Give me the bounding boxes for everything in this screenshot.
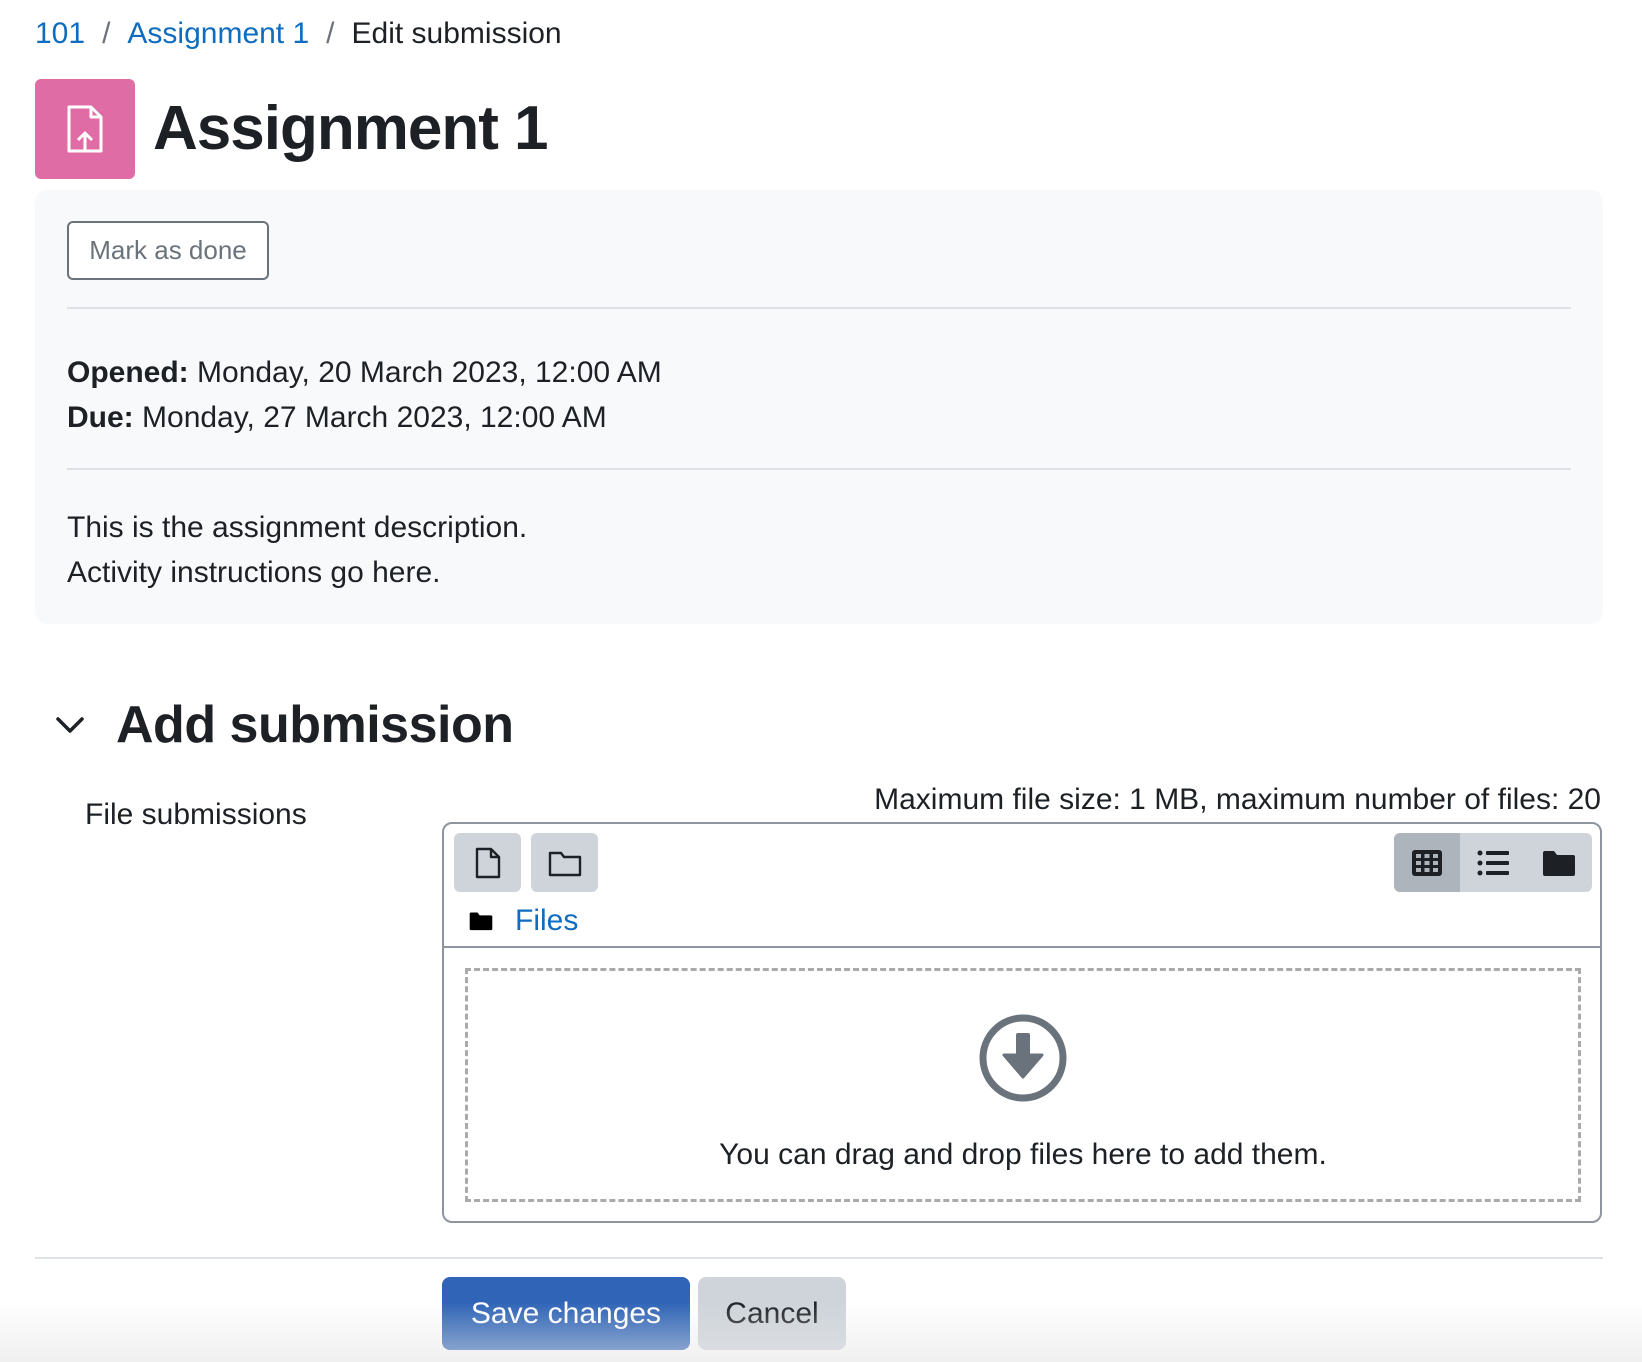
opened-date: Opened: Monday, 20 March 2023, 12:00 AM [67, 350, 662, 395]
grid-icon [1412, 849, 1442, 876]
view-tree-button[interactable] [1526, 833, 1592, 892]
create-folder-button[interactable] [531, 833, 598, 892]
breadcrumb-link-assignment[interactable]: Assignment 1 [127, 14, 309, 54]
chevron-down-icon[interactable] [50, 705, 90, 745]
breadcrumb-current: Edit submission [351, 17, 562, 50]
view-list-button[interactable] [1460, 833, 1526, 892]
activity-info-box: Mark as done Opened: Monday, 20 March 20… [35, 190, 1603, 624]
save-changes-button[interactable]: Save changes [442, 1277, 690, 1350]
opened-label: Opened: [67, 356, 189, 389]
due-date: Due: Monday, 27 March 2023, 12:00 AM [67, 395, 662, 440]
drop-zone[interactable]: You can drag and drop files here to add … [465, 968, 1581, 1202]
opened-value: Monday, 20 March 2023, 12:00 AM [197, 356, 662, 389]
divider [35, 1257, 1603, 1259]
due-label: Due: [67, 401, 134, 434]
activity-description: This is the assignment description. Acti… [67, 505, 527, 595]
file-limits-text: Maximum file size: 1 MB, maximum number … [874, 783, 1601, 816]
view-icons-button[interactable] [1394, 833, 1460, 892]
add-submission-header: Add submission [50, 695, 514, 755]
folder-icon [548, 851, 581, 876]
file-submissions-label: File submissions [85, 798, 307, 831]
assignment-upload-icon [35, 79, 135, 179]
file-icon [475, 847, 500, 878]
folder-solid-icon [469, 912, 493, 931]
file-manager-toolbar [454, 833, 598, 892]
breadcrumb: 101 / Assignment 1 / Edit submission [35, 14, 562, 54]
page-header: Assignment 1 [35, 79, 549, 179]
divider [67, 468, 1571, 470]
due-value: Monday, 27 March 2023, 12:00 AM [142, 401, 607, 434]
breadcrumb-link-course[interactable]: 101 [35, 14, 85, 54]
add-file-button[interactable] [454, 833, 521, 892]
section-title: Add submission [116, 696, 514, 754]
page-title: Assignment 1 [153, 94, 549, 163]
description-line: This is the assignment description. [67, 511, 528, 544]
cancel-button[interactable]: Cancel [698, 1277, 846, 1350]
activity-dates: Opened: Monday, 20 March 2023, 12:00 AM … [67, 350, 662, 440]
files-path-link[interactable]: Files [515, 904, 578, 938]
list-icon [1477, 850, 1509, 875]
download-circle-icon [979, 1014, 1067, 1102]
file-path: Files [469, 904, 578, 938]
breadcrumb-separator: / [102, 17, 111, 50]
divider [444, 946, 1600, 948]
description-line: Activity instructions go here. [67, 556, 441, 589]
breadcrumb-separator: / [326, 17, 335, 50]
file-manager: Files You can drag and drop files here t… [442, 822, 1602, 1223]
drop-zone-text: You can drag and drop files here to add … [719, 1138, 1327, 1171]
mark-as-done-button[interactable]: Mark as done [67, 221, 269, 280]
divider [67, 307, 1571, 309]
folder-solid-icon [1543, 850, 1575, 876]
view-mode-group [1394, 833, 1592, 892]
